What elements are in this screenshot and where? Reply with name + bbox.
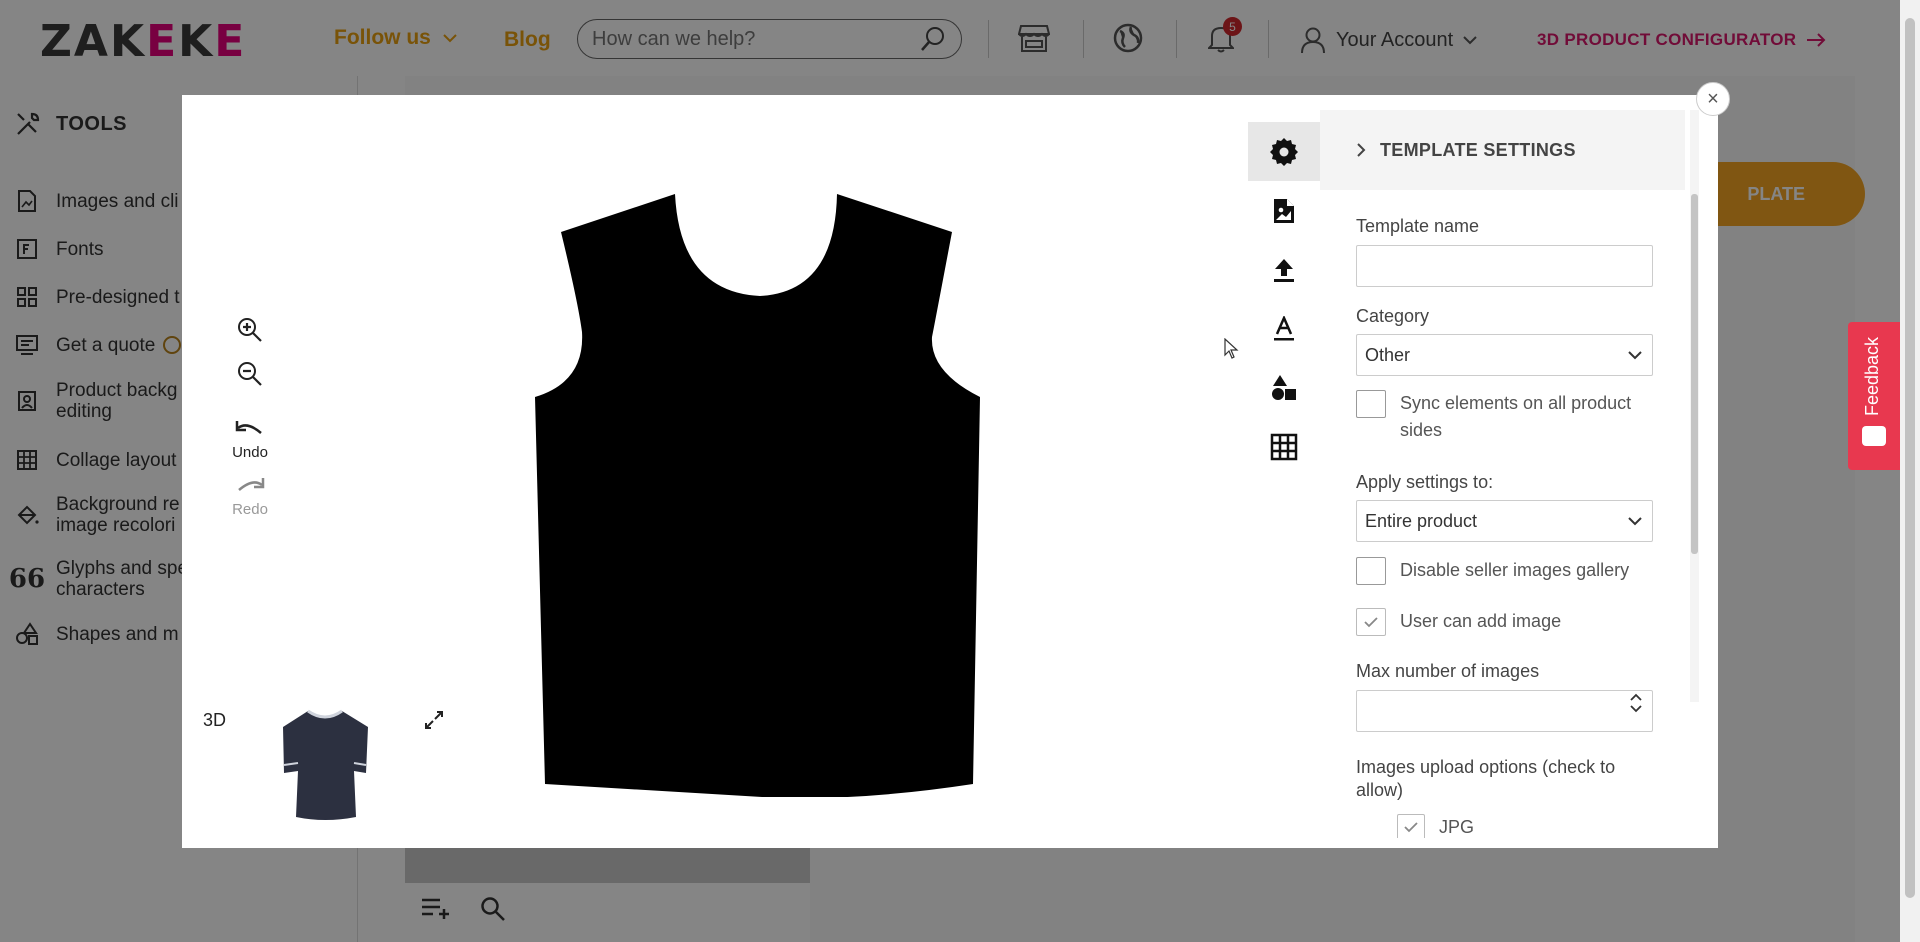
- shapes-icon: [1272, 374, 1296, 400]
- apply-settings-value: Entire product: [1365, 510, 1478, 531]
- template-settings-title: TEMPLATE SETTINGS: [1380, 139, 1576, 160]
- chevron-down-icon: [1628, 351, 1642, 360]
- undo-icon: [235, 421, 262, 434]
- redo-icon: [238, 478, 265, 491]
- jpg-checkbox[interactable]: [1397, 814, 1425, 838]
- settings-scrollbar[interactable]: [1690, 110, 1699, 702]
- disable-gallery-checkbox[interactable]: [1356, 557, 1386, 585]
- feedback-smile-icon: [1862, 426, 1886, 446]
- number-stepper[interactable]: [1630, 693, 1642, 713]
- redo-label: Redo: [232, 501, 268, 518]
- user-add-image-checkbox[interactable]: [1356, 608, 1386, 636]
- feedback-label: Feedback: [1862, 336, 1882, 416]
- product-shirt-canvas[interactable]: [530, 192, 985, 797]
- chevron-down-icon: [1628, 517, 1642, 526]
- checkmark-icon: [1364, 617, 1378, 628]
- 3d-view-label: 3D: [203, 710, 227, 730]
- sync-elements-option[interactable]: Sync elements on all product sides: [1356, 390, 1656, 444]
- jpg-label: JPG: [1439, 817, 1475, 837]
- zoom-in-icon: [238, 318, 262, 342]
- template-settings-panel: TEMPLATE SETTINGS Template name Category…: [1320, 110, 1685, 838]
- apply-settings-label: Apply settings to:: [1356, 472, 1494, 492]
- zoom-out-button[interactable]: [230, 354, 270, 394]
- upload-options-label: Images upload options (check to allow): [1356, 757, 1616, 800]
- image-file-icon: [1274, 198, 1294, 223]
- text-tab[interactable]: [1248, 299, 1320, 358]
- close-button[interactable]: ×: [1696, 82, 1730, 116]
- category-select[interactable]: Other: [1356, 334, 1653, 376]
- mouse-cursor-icon: [1224, 338, 1239, 359]
- zoom-out-icon: [238, 362, 262, 386]
- chevron-up-icon[interactable]: [1630, 693, 1642, 702]
- gear-icon: [1270, 137, 1298, 166]
- feedback-tab[interactable]: Feedback: [1848, 322, 1900, 470]
- images-tab[interactable]: [1248, 181, 1320, 240]
- editor-icon-rail: [1248, 122, 1320, 476]
- template-name-label: Template name: [1356, 216, 1480, 236]
- disable-gallery-label: Disable seller images gallery: [1400, 560, 1630, 580]
- 3d-tshirt-preview[interactable]: [278, 705, 373, 820]
- grid-tab[interactable]: [1248, 417, 1320, 476]
- jpg-option[interactable]: JPG: [1397, 814, 1685, 838]
- template-name-input[interactable]: [1356, 245, 1653, 287]
- max-images-input[interactable]: [1356, 690, 1653, 732]
- zoom-in-button[interactable]: [230, 310, 270, 350]
- chevron-down-icon[interactable]: [1630, 704, 1642, 713]
- category-label: Category: [1356, 306, 1430, 326]
- page-scrollbar[interactable]: [1900, 0, 1920, 942]
- upload-icon: [1274, 258, 1294, 282]
- template-settings-header[interactable]: TEMPLATE SETTINGS: [1320, 110, 1685, 190]
- text-format-icon: [1274, 315, 1294, 340]
- canvas-tools: Undo Redo: [210, 310, 290, 518]
- shapes-tab[interactable]: [1248, 358, 1320, 417]
- user-add-image-label: User can add image: [1400, 611, 1562, 631]
- undo-button[interactable]: [230, 414, 270, 444]
- sync-elements-checkbox[interactable]: [1356, 390, 1386, 418]
- settings-tab[interactable]: [1248, 122, 1320, 181]
- undo-label: Undo: [232, 444, 268, 461]
- upload-tab[interactable]: [1248, 240, 1320, 299]
- max-images-label: Max number of images: [1356, 661, 1540, 681]
- category-value: Other: [1365, 344, 1411, 365]
- checkmark-icon: [1404, 822, 1418, 833]
- user-add-image-option[interactable]: User can add image: [1356, 608, 1656, 636]
- expand-icon[interactable]: [424, 710, 444, 730]
- grid-table-icon: [1270, 433, 1298, 460]
- sync-elements-label: Sync elements on all product sides: [1400, 393, 1632, 440]
- apply-settings-select[interactable]: Entire product: [1356, 500, 1653, 542]
- redo-button[interactable]: [230, 471, 270, 501]
- disable-gallery-option[interactable]: Disable seller images gallery: [1356, 557, 1656, 585]
- chevron-right-icon: [1357, 143, 1366, 157]
